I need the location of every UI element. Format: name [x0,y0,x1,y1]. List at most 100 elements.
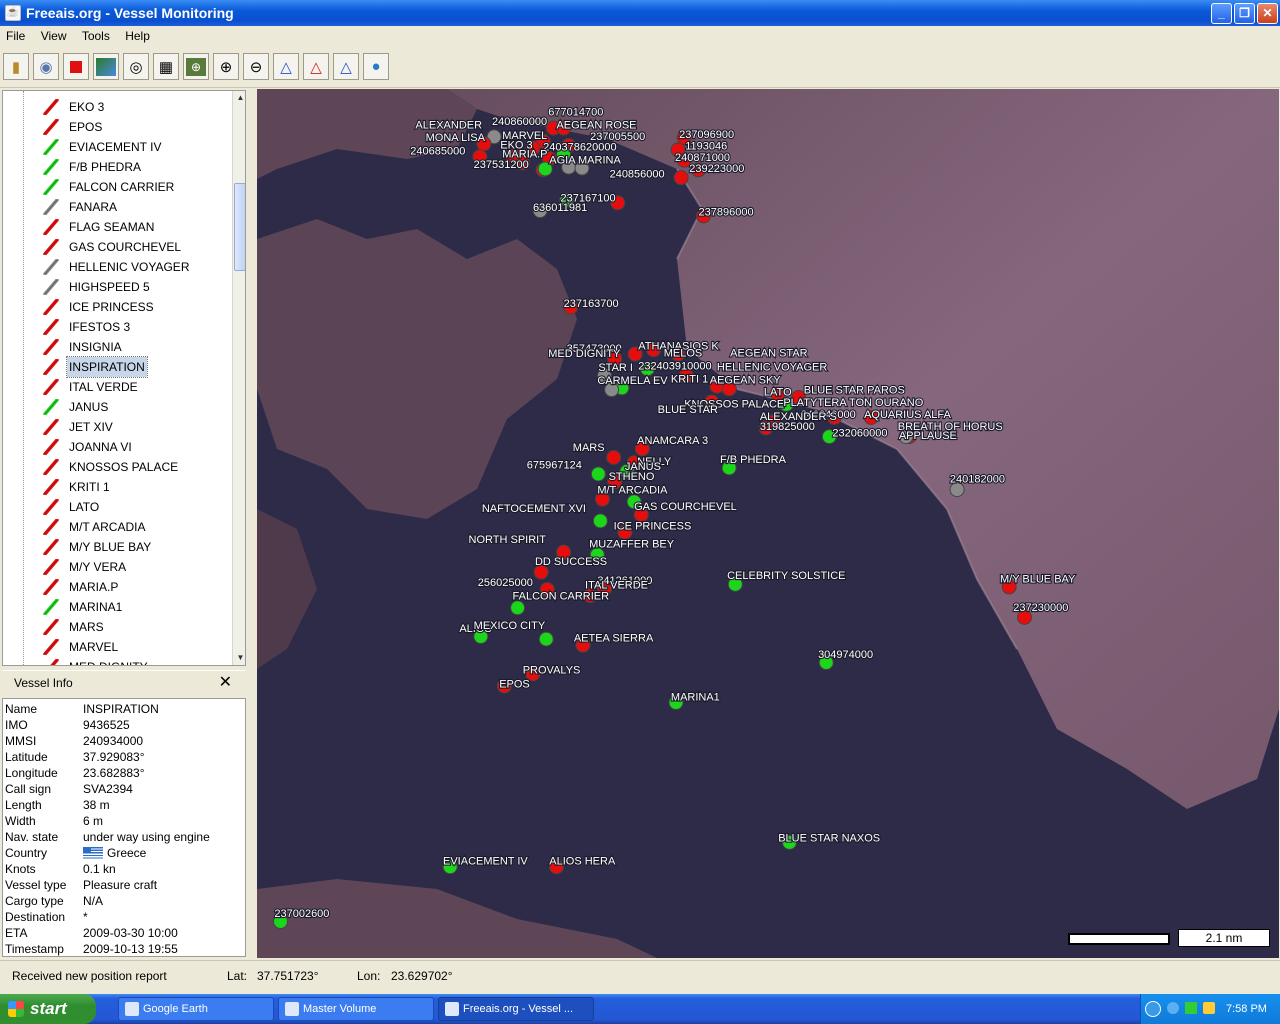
info-key: ETA [5,926,28,940]
vessel-marker-label: KRITI 1 [671,373,708,385]
menu-view[interactable]: View [35,26,73,43]
system-tray: 7:58 PM [1140,994,1280,1024]
radar-icon[interactable]: ◎ [123,53,149,80]
vessel-marker-label: MARS [573,442,605,454]
tree-item-label: INSPIRATION [66,356,148,378]
vessel-marker-label: 677014700 [548,107,603,119]
info-value: N/A [83,894,104,908]
maximize-button[interactable]: ❐ [1234,3,1255,24]
vessel-marker-label: 237002600 [274,908,329,920]
taskbar: start Google Earth Master Volume Freeais… [0,994,1280,1024]
vessel-marker-label: AEGEAN SKY [710,374,782,386]
vessel-marker-label: BLUE STAR [658,404,718,416]
scroll-thumb[interactable] [234,183,245,271]
vessel-status-icon [41,418,61,436]
info-value: * [83,910,88,924]
info-key: Cargo type [5,894,64,908]
info-key: Timestamp [5,942,64,956]
vessel-marker-label: BLUE STAR NAXOS [778,832,880,844]
book-icon[interactable]: ▮ [3,53,29,80]
route-edit-icon[interactable]: △ [333,53,359,80]
stop-icon[interactable] [63,53,89,80]
vessel-marker-label: EVIACEMENT IV [443,856,528,868]
country-name: Greece [107,846,147,860]
tree-item-label: JET XIV [69,420,113,434]
vessel-marker-label: 675967124 [527,459,582,471]
info-key: Vessel type [5,878,67,892]
vessel-status-icon [41,458,61,476]
info-key: Country [5,846,48,860]
grid-icon[interactable]: ▦ [153,53,179,80]
user-icon[interactable] [1185,1002,1197,1014]
close-window-button[interactable]: ✕ [1257,3,1278,24]
scale-bar [1068,933,1170,945]
zoom-out-icon[interactable]: ⊖ [243,53,269,80]
toolbar: ▮ ◉ ◎ ▦ ⊕ ⊕ ⊖ △ △ △ ● 🔍 [0,46,1280,118]
vessel-marker[interactable] [538,631,554,647]
tree-item-label: ITAL VERDE [69,380,138,394]
menu-file[interactable]: File [0,26,31,43]
vessel-status-icon [41,378,61,396]
start-button[interactable]: start [0,994,96,1024]
task-master-volume[interactable]: Master Volume [278,997,434,1021]
map-canvas[interactable]: 677014700 ALEXANDER 240860000 AEGEAN ROSE MO… [257,89,1279,958]
vessel-status-icon [41,658,61,665]
vessel-marker-label: 232060000 [832,427,887,439]
task-google-earth[interactable]: Google Earth [118,997,274,1021]
info-key: Width [5,814,36,828]
map-view[interactable]: 677014700 ALEXANDER 240860000 AEGEAN ROSE MO… [257,89,1279,958]
vessel-marker-label: GAS COURCHEVEL [634,501,737,513]
menu-help[interactable]: Help [119,26,156,43]
tree-item-label: MARINA1 [69,600,123,614]
volume-icon [285,1002,299,1016]
security-icon[interactable] [1203,1002,1215,1014]
route-icon[interactable]: △ [273,53,299,80]
vessel-info-table: Name INSPIRATION IMO 9436525 MMSI 240934000 La… [2,698,246,957]
vessel-marker-label: 240378620000 [543,141,616,153]
vessel-status-icon [41,558,61,576]
vessel-marker-label: MED DIGNITY [548,348,621,360]
route-add-icon[interactable]: △ [303,53,329,80]
network-icon[interactable] [1167,1002,1179,1014]
info-key: Nav. state [5,830,59,844]
tree-item-label: M/Y VERA [69,560,127,574]
vessel-status-icon [41,618,61,636]
vessel-marker-label: 304974000 [818,649,873,661]
vessel-marker[interactable] [592,513,608,529]
globe-icon[interactable]: ● [363,53,389,80]
vessel-status-icon [41,578,61,596]
map-layer-icon[interactable] [93,53,119,80]
vessel-marker[interactable] [606,449,622,465]
tree-item-label: M/Y BLUE BAY [69,540,152,554]
vessel-marker-label: 1193046 [685,141,727,153]
vessel-marker-label: PROVALYS [523,665,581,677]
scroll-down-icon[interactable]: ▼ [234,651,245,665]
window-title: Freeais.org - Vessel Monitoring [26,5,234,21]
info-value: Pleasure craft [83,878,158,892]
vessel-marker-label: AEGEAN STAR [730,347,807,359]
vessel-status-icon [41,478,61,496]
vessel-marker-label: 237096900 [679,129,734,141]
vessel-marker[interactable] [673,170,689,186]
tree-item-label: MARVEL [69,640,119,654]
scroll-up-icon[interactable]: ▲ [234,91,245,105]
tree-item-label: HIGHSPEED 5 [69,280,150,294]
tray-expand-icon[interactable] [1145,1001,1161,1017]
close-icon[interactable]: ✕ [219,671,232,695]
vessel-marker[interactable] [510,600,526,616]
tree-scrollbar[interactable]: ▲ ▼ [232,91,245,665]
task-label: Google Earth [143,1003,208,1015]
zoom-in-icon[interactable]: ⊕ [213,53,239,80]
greece-flag-icon [83,847,103,859]
vessel-marker[interactable] [590,466,606,482]
info-key: IMO [5,718,28,732]
minimize-button[interactable]: _ [1211,3,1232,24]
map-center-icon[interactable]: ⊕ [183,53,209,80]
vessel-marker-label: AQUARIUS ALFA [864,409,951,421]
task-freeais[interactable]: Freeais.org - Vessel ... [438,997,594,1021]
vessel-status-icon [41,598,61,616]
tree-item-label: ICE PRINCESS [69,300,154,314]
satellite-icon[interactable]: ◉ [33,53,59,80]
clock: 7:58 PM [1226,1003,1267,1015]
menu-tools[interactable]: Tools [76,26,116,43]
